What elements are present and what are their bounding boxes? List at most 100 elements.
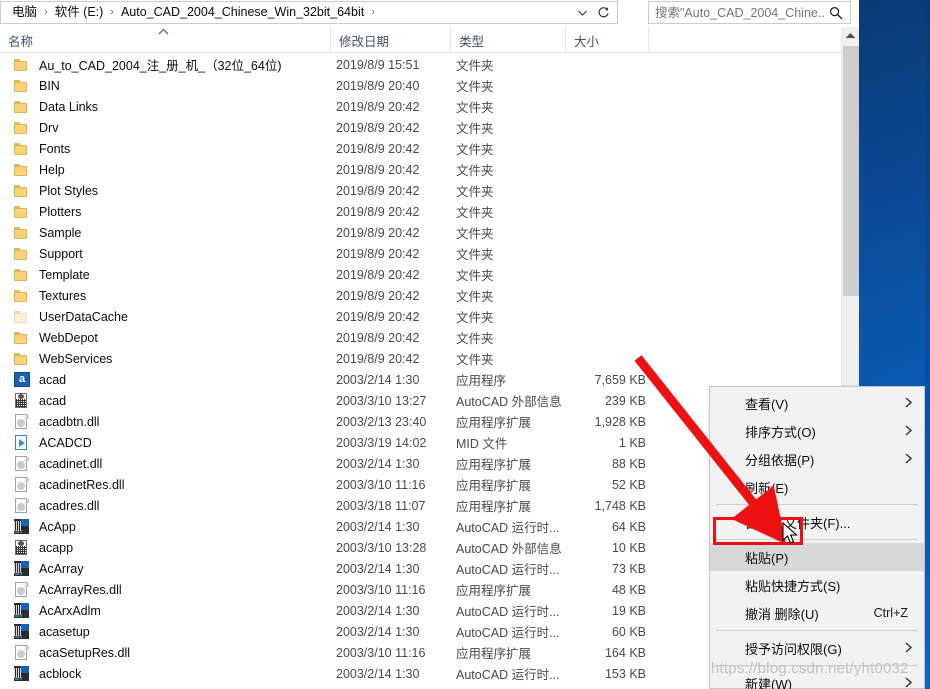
file-type-cell: AutoCAD 运行时... — [456, 626, 560, 640]
file-name-cell[interactable]: arx AcArray — [14, 558, 334, 579]
menu-item[interactable]: 授予访问权限(G) — [710, 634, 924, 662]
file-row[interactable]: Au_to_CAD_2004_注_册_机_（32位_64位) 2019/8/9 1… — [0, 54, 841, 75]
file-date-cell: 2019/8/9 20:42 — [336, 120, 420, 135]
file-size-cell: 7,659 KB — [594, 372, 646, 387]
file-type-cell: 文件夹 — [456, 59, 494, 73]
folder-icon — [14, 99, 30, 115]
chevron-down-icon[interactable] — [573, 2, 591, 23]
file-name-cell[interactable]: a acad — [14, 369, 334, 390]
file-row[interactable]: WebServices 2019/8/9 20:42 文件夹 — [0, 348, 841, 369]
breadcrumb-item-computer[interactable]: 电脑 — [10, 2, 39, 23]
file-date-cell: 2019/8/9 20:42 — [336, 225, 420, 240]
menu-item[interactable]: 分组依据(P) — [710, 445, 924, 473]
folder-icon — [14, 288, 30, 304]
file-name-cell[interactable]: acadinet.dll — [14, 453, 334, 474]
breadcrumb-item-folder[interactable]: Auto_CAD_2004_Chinese_Win_32bit_64bit — [119, 2, 366, 23]
menu-item[interactable]: 粘贴快捷方式(S) — [710, 571, 924, 599]
file-name-cell[interactable]: acapp — [14, 537, 334, 558]
file-name-cell[interactable]: Plotters — [14, 201, 334, 222]
file-row[interactable]: Template 2019/8/9 20:42 文件夹 — [0, 264, 841, 285]
file-date-cell: 2003/2/13 23:40 — [336, 414, 427, 429]
file-name-cell[interactable]: Plot Styles — [14, 180, 334, 201]
file-name-cell[interactable]: arx acasetup — [14, 621, 334, 642]
file-name-cell[interactable]: Template — [14, 264, 334, 285]
chevron-up-icon[interactable] — [842, 27, 859, 45]
file-type-cell: 文件夹 — [456, 353, 494, 367]
file-date-cell: 2019/8/9 20:40 — [336, 78, 420, 93]
file-type-cell: 应用程序扩展 — [456, 584, 532, 598]
file-name-cell[interactable]: ACADCD — [14, 432, 334, 453]
file-row[interactable]: BIN 2019/8/9 20:40 文件夹 — [0, 75, 841, 96]
file-type-cell: 文件夹 — [456, 80, 494, 94]
file-row[interactable]: Sample 2019/8/9 20:42 文件夹 — [0, 222, 841, 243]
file-size-cell: 10 KB — [611, 540, 646, 555]
column-header-size[interactable]: 大小 — [565, 27, 648, 53]
scrollbar-thumb[interactable] — [843, 46, 859, 296]
file-size-cell: 52 KB — [611, 477, 646, 492]
file-name-cell[interactable]: UserDataCache — [14, 306, 334, 327]
file-name-cell[interactable]: AcArrayRes.dll — [14, 579, 334, 600]
file-size-cell: 1,748 KB — [594, 498, 646, 513]
file-row[interactable]: Support 2019/8/9 20:42 文件夹 — [0, 243, 841, 264]
file-name-cell[interactable]: arx AcArxAdlm — [14, 600, 334, 621]
menu-item[interactable]: 撤消 删除(U) Ctrl+Z — [710, 599, 924, 627]
navigation-bar: 电脑 › 软件 (E:) › Auto_CAD_2004_Chinese_Win… — [0, 0, 859, 25]
file-date-cell: 2019/8/9 20:42 — [336, 141, 420, 156]
file-row[interactable]: Plotters 2019/8/9 20:42 文件夹 — [0, 201, 841, 222]
file-name-cell[interactable]: acaSetupRes.dll — [14, 642, 334, 663]
file-date-cell: 2019/8/9 20:42 — [336, 267, 420, 282]
file-name-cell[interactable]: Sample — [14, 222, 334, 243]
file-type-cell: AutoCAD 运行时... — [456, 668, 560, 682]
file-name-cell[interactable]: Drv — [14, 117, 334, 138]
file-date-cell: 2019/8/9 20:42 — [336, 162, 420, 177]
file-row[interactable]: Drv 2019/8/9 20:42 文件夹 — [0, 117, 841, 138]
column-header-date[interactable]: 修改日期 — [330, 27, 450, 53]
file-type-cell: 文件夹 — [456, 290, 494, 304]
menu-item[interactable]: 粘贴(P) — [710, 543, 924, 571]
file-name-cell[interactable]: acadres.dll — [14, 495, 334, 516]
file-name-cell[interactable]: acadinetRes.dll — [14, 474, 334, 495]
search-box[interactable] — [648, 1, 851, 24]
file-name-label: Template — [39, 267, 90, 282]
file-row[interactable]: Textures 2019/8/9 20:42 文件夹 — [0, 285, 841, 306]
file-date-cell: 2003/2/14 1:30 — [336, 666, 420, 681]
file-name-cell[interactable]: Textures — [14, 285, 334, 306]
file-name-cell[interactable]: acadbtn.dll — [14, 411, 334, 432]
file-name-cell[interactable]: Help — [14, 159, 334, 180]
menu-item[interactable]: 刷新(E) — [710, 473, 924, 501]
file-name-cell[interactable]: arx AcApp — [14, 516, 334, 537]
search-input[interactable] — [649, 5, 825, 20]
watermark-text: https://blog.csdn.net/yht0032 — [711, 660, 909, 677]
file-row[interactable]: Data Links 2019/8/9 20:42 文件夹 — [0, 96, 841, 117]
address-bar[interactable]: 电脑 › 软件 (E:) › Auto_CAD_2004_Chinese_Win… — [0, 1, 618, 24]
menu-item[interactable]: 排序方式(O) — [710, 417, 924, 445]
file-date-cell: 2003/3/18 11:07 — [336, 498, 426, 513]
refresh-icon[interactable] — [593, 2, 613, 23]
file-row[interactable]: Plot Styles 2019/8/9 20:42 文件夹 — [0, 180, 841, 201]
breadcrumb-item-drive[interactable]: 软件 (E:) — [53, 2, 106, 23]
file-row[interactable]: UserDataCache 2019/8/9 20:42 文件夹 — [0, 306, 841, 327]
file-name-cell[interactable]: BIN — [14, 75, 334, 96]
file-date-cell: 2019/8/9 20:42 — [336, 99, 420, 114]
dll-file-icon — [14, 413, 30, 430]
file-row[interactable]: WebDepot 2019/8/9 20:42 文件夹 — [0, 327, 841, 348]
file-name-cell[interactable]: acad — [14, 390, 334, 411]
folder-icon — [14, 141, 30, 157]
file-name-cell[interactable]: Au_to_CAD_2004_注_册_机_（32位_64位) — [14, 54, 334, 75]
menu-item[interactable]: 查看(V) — [710, 389, 924, 417]
menu-item-label: 授予访问权限(G) — [745, 641, 842, 657]
search-icon[interactable] — [825, 6, 847, 20]
file-row[interactable]: Fonts 2019/8/9 20:42 文件夹 — [0, 138, 841, 159]
dll-file-icon — [14, 581, 30, 598]
column-header-type[interactable]: 类型 — [450, 27, 565, 53]
file-name-cell[interactable]: Support — [14, 243, 334, 264]
file-name-cell[interactable]: arx acblock — [14, 663, 334, 684]
file-name-cell[interactable]: WebDepot — [14, 327, 334, 348]
file-type-cell: 应用程序扩展 — [456, 416, 532, 430]
file-name-cell[interactable]: WebServices — [14, 348, 334, 369]
autocad-runtime-arx-icon: arx — [14, 623, 30, 640]
file-row[interactable]: Help 2019/8/9 20:42 文件夹 — [0, 159, 841, 180]
file-name-label: Au_to_CAD_2004_注_册_机_（32位_64位) — [39, 59, 282, 73]
file-name-cell[interactable]: Data Links — [14, 96, 334, 117]
file-name-cell[interactable]: Fonts — [14, 138, 334, 159]
